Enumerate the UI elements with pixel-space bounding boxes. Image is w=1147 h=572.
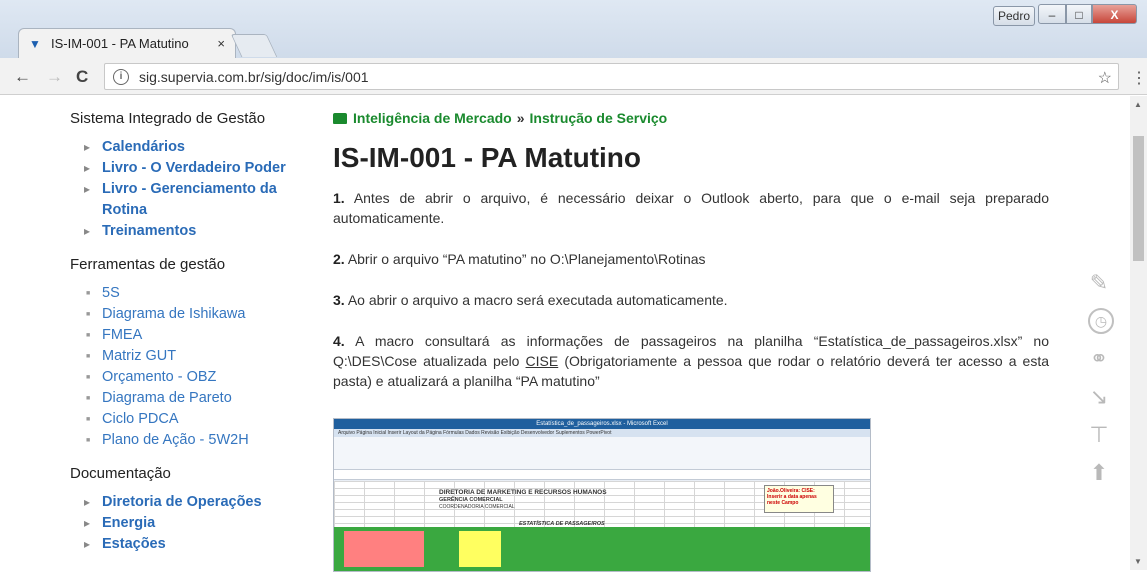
sidebar-item-5w2h[interactable]: Plano de Ação - 5W2H [84,430,320,451]
site-info-icon[interactable]: i [113,68,129,85]
sidebar-heading-documentacao: Documentação [70,465,171,482]
sidebar-item-pareto[interactable]: Diagrama de Pareto [84,388,320,409]
breadcrumb: Inteligência de Mercado » Instrução de S… [333,110,1049,126]
breadcrumb-link-inteligencia[interactable]: Inteligência de Mercado [353,110,512,126]
cursor-icon[interactable]: ↘ [1086,384,1112,410]
tab-close-icon[interactable]: × [217,36,225,51]
main-content: Inteligência de Mercado » Instrução de S… [333,110,1049,412]
step-text: Ao abrir o arquivo a macro será executad… [347,292,728,308]
browser-menu-icon[interactable]: ⋮ [1131,68,1147,88]
sidebar-heading-ferramentas: Ferramentas de gestão [70,256,226,273]
sidebar-list-documentacao: Diretoria de Operações Energia Estações [70,492,320,555]
excel-red-cell [344,531,424,567]
browser-tab[interactable]: ▼ IS-IM-001 - PA Matutino × [18,28,236,58]
step-4: 4. A macro consultará as informações de … [333,331,1049,391]
forward-icon[interactable]: → [46,67,63,87]
excel-ribbon-tabs: Arquivo Página Inicial Inserir Layout da… [334,429,870,437]
sidebar-item-ishikawa[interactable]: Diagrama de Ishikawa [84,304,320,325]
back-icon[interactable]: ← [14,67,31,87]
step-number: 1. [333,190,345,206]
tab-title: IS-IM-001 - PA Matutino [51,36,189,51]
excel-header-gerencia: GERÊNCIA COMERCIAL [439,497,503,503]
profile-button[interactable]: Pedro [993,6,1035,26]
page-scrollbar[interactable]: ▲ ▼ [1130,96,1147,570]
sidebar-item-pdca[interactable]: Ciclo PDCA [84,409,320,430]
sidebar-item-calendarios[interactable]: Calendários [84,137,320,158]
reload-icon[interactable]: C [76,67,88,87]
sidebar-item-estacoes[interactable]: Estações [84,534,320,555]
sidebar-item-livro-verdadeiro-poder[interactable]: Livro - O Verdadeiro Poder [84,158,320,179]
link-icon[interactable]: ⚭ [1086,346,1112,372]
scrollbar-thumb[interactable] [1133,136,1144,261]
sidebar-item-orcamento-obz[interactable]: Orçamento - OBZ [84,367,320,388]
excel-ribbon [334,437,870,470]
arrow-up-icon[interactable]: ⬆ [1086,460,1112,486]
step-1: 1. Antes de abrir o arquivo, é necessári… [333,188,1049,228]
excel-header-coordenadoria: COORDENADORIA COMERCIAL [439,504,515,510]
close-window-button[interactable]: X [1092,4,1137,24]
page-title: IS-IM-001 - PA Matutino [333,142,641,173]
pencil-icon[interactable]: ✎ [1086,270,1112,296]
url-text: sig.supervia.com.br/sig/doc/im/is/001 [139,68,369,85]
sidebar-item-fmea[interactable]: FMEA [84,325,320,346]
step-text: Abrir o arquivo “PA matutino” no O:\Plan… [347,251,706,267]
step-text: Antes de abrir o arquivo, é necessário d… [333,190,1049,226]
clock-icon[interactable]: ◷ [1088,308,1114,334]
sidebar-item-matriz-gut[interactable]: Matriz GUT [84,346,320,367]
excel-yellow-cell [459,531,501,567]
scroll-down-icon[interactable]: ▼ [1134,557,1142,566]
site-favicon-icon: ▼ [29,36,41,51]
excel-formula-bar [334,470,870,480]
folder-open-icon [333,112,347,124]
sidebar: Sistema Integrado de Gestão Calendários … [70,110,320,569]
sidebar-list-sig: Calendários Livro - O Verdadeiro Poder L… [70,137,320,242]
sidebar-heading-sig: Sistema Integrado de Gestão [70,110,266,127]
step-number: 3. [333,292,345,308]
step-number: 4. [333,333,345,349]
step-2: 2. Abrir o arquivo “PA matutino” no O:\P… [333,249,1049,269]
address-bar[interactable]: i sig.supervia.com.br/sig/doc/im/is/001 … [104,63,1119,90]
excel-window-title: Estatística_de_passageiros.xlsx - Micros… [334,419,870,429]
cise-abbreviation: CISE [525,353,559,369]
excel-comment-note: João.Oliveira: CISE: Inserir a data apen… [764,485,834,513]
breadcrumb-separator: » [516,110,525,126]
window-titlebar: ▼ IS-IM-001 - PA Matutino × Pedro – □ X [0,0,1147,58]
scroll-up-icon[interactable]: ▲ [1134,100,1142,109]
paint-roller-icon[interactable]: ⊤ [1086,422,1112,448]
new-tab-button[interactable] [230,34,278,57]
sidebar-item-5s[interactable]: 5S [84,283,320,304]
excel-screenshot-image: Estatística_de_passageiros.xlsx - Micros… [333,418,871,572]
sidebar-item-energia[interactable]: Energia [84,513,320,534]
excel-header-diretoria: DIRETORIA DE MARKETING E RECURSOS HUMANO… [439,489,607,496]
bookmark-star-icon[interactable]: ☆ [1098,68,1112,88]
sidebar-list-ferramentas: 5S Diagrama de Ishikawa FMEA Matriz GUT … [70,283,320,451]
side-toolbar: ✎ ◷ ⚭ ↘ ⊤ ⬆ [1086,270,1116,498]
sidebar-item-treinamentos[interactable]: Treinamentos [84,221,320,242]
step-3: 3. Ao abrir o arquivo a macro será execu… [333,290,1049,310]
sidebar-item-diretoria-operacoes[interactable]: Diretoria de Operações [84,492,320,513]
browser-toolbar: ← → C i sig.supervia.com.br/sig/doc/im/i… [0,58,1147,95]
maximize-button[interactable]: □ [1066,4,1092,24]
minimize-button[interactable]: – [1038,4,1066,24]
sidebar-item-livro-gerenciamento[interactable]: Livro - Gerenciamento da Rotina [84,179,320,221]
step-number: 2. [333,251,345,267]
breadcrumb-link-instrucao[interactable]: Instrução de Serviço [530,110,668,126]
